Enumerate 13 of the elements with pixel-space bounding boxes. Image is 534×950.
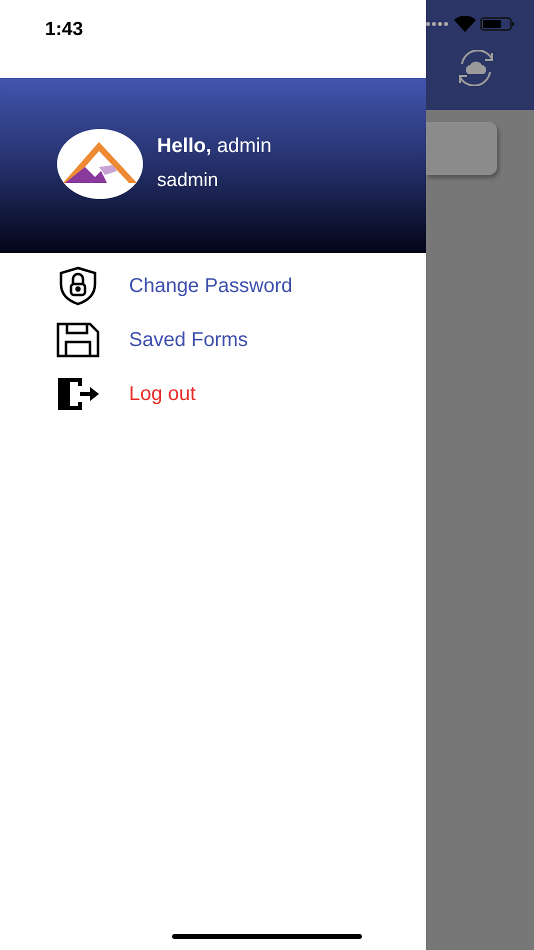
logo-icon [57,128,143,198]
battery-icon [480,17,516,31]
shield-lock-icon [57,266,99,306]
greeting-text: Hello, admin [157,134,272,160]
signal-dots-icon [426,22,450,26]
card-background [426,122,497,175]
wifi-icon [454,16,476,32]
door-exit-icon [56,376,100,412]
menu-item[interactable]: Saved Forms [56,313,426,367]
status-time: 1:43 [45,18,84,42]
username-text: sadmin [157,169,220,194]
menu-item[interactable]: Log out [56,367,426,421]
menu-item[interactable]: Change Password [56,259,426,313]
